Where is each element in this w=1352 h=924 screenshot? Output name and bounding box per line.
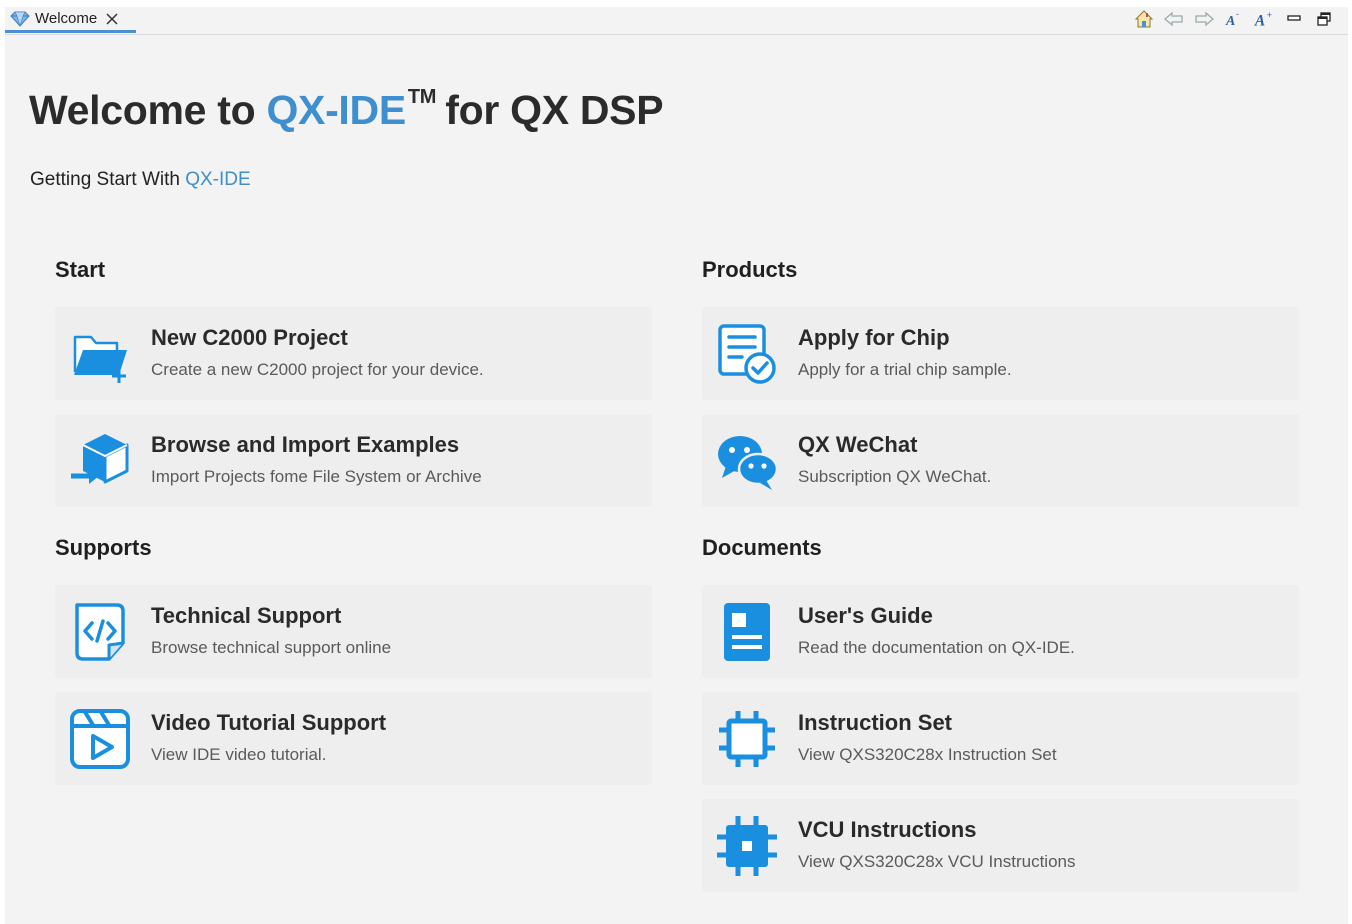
- code-document-icon: [75, 603, 125, 661]
- card-title: Instruction Set: [798, 710, 953, 735]
- book-icon: [724, 603, 770, 661]
- card-import-examples[interactable]: Browse and Import Examples Import Projec…: [55, 414, 652, 507]
- card-title: VCU Instructions: [798, 817, 977, 842]
- forward-icon: [1195, 11, 1214, 27]
- card-description: Import Projects fome File System or Arch…: [151, 467, 482, 486]
- card-description: View QXS320C28x VCU Instructions: [798, 852, 1076, 871]
- card-description: View QXS320C28x Instruction Set: [798, 745, 1057, 764]
- tab-label: Welcome: [35, 10, 98, 27]
- title-product-name: QX-IDE: [266, 87, 406, 133]
- card-title: Technical Support: [151, 603, 342, 628]
- subtitle-prefix: Getting Start With: [30, 169, 186, 190]
- decrease-font-icon: A -: [1225, 10, 1239, 28]
- card-description: Read the documentation on QX-IDE.: [798, 638, 1075, 657]
- increase-font-icon: A +: [1254, 10, 1272, 28]
- video-play-icon: [70, 709, 130, 769]
- card-description: Apply for a trial chip sample.: [798, 360, 1012, 379]
- home-icon: [1135, 10, 1153, 28]
- card-title: QX WeChat: [798, 432, 918, 457]
- back-icon: [1164, 11, 1183, 27]
- svg-text:-: -: [1236, 10, 1239, 19]
- home-button[interactable]: [1134, 9, 1154, 29]
- section-title-supports: Supports: [55, 535, 152, 560]
- svg-text:A: A: [1225, 14, 1235, 28]
- svg-text:+: +: [1267, 10, 1272, 20]
- tab-welcome[interactable]: Welcome: [5, 7, 136, 33]
- minimize-button[interactable]: [1284, 9, 1304, 29]
- card-users-guide[interactable]: User's Guide Read the documentation on Q…: [702, 585, 1299, 678]
- card-new-project[interactable]: New C2000 Project Create a new C2000 pro…: [55, 307, 652, 400]
- section-title-documents: Documents: [702, 535, 822, 560]
- view-toolbar: A - A +: [1134, 9, 1334, 29]
- svg-text:A: A: [1254, 12, 1265, 28]
- section-title-products: Products: [702, 257, 798, 282]
- card-description: View IDE video tutorial.: [151, 745, 327, 764]
- tab-bar: Welcome A - A +: [5, 7, 1348, 35]
- page-subtitle: Getting Start With QX-IDE: [30, 169, 251, 191]
- restore-button[interactable]: [1314, 9, 1334, 29]
- card-instruction-set[interactable]: Instruction Set View QXS320C28x Instruct…: [702, 692, 1299, 785]
- increase-font-button[interactable]: A +: [1254, 9, 1274, 29]
- title-suffix: for QX DSP: [434, 87, 664, 133]
- subtitle-link[interactable]: QX-IDE: [185, 169, 250, 190]
- page-title: Welcome to QX-IDE TM for QX DSP: [29, 86, 664, 134]
- chip-outline-icon: [719, 711, 775, 767]
- card-title: New C2000 Project: [151, 325, 348, 350]
- chip-filled-icon: [717, 816, 777, 876]
- card-title: Apply for Chip: [798, 325, 950, 350]
- minimize-icon: [1287, 15, 1301, 21]
- application-form-icon: [718, 324, 776, 384]
- card-video-tutorial[interactable]: Video Tutorial Support View IDE video tu…: [55, 692, 652, 785]
- card-description: Browse technical support online: [151, 638, 392, 657]
- gem-icon: [10, 11, 30, 27]
- card-technical-support[interactable]: Technical Support Browse technical suppo…: [55, 585, 652, 678]
- forward-button[interactable]: [1194, 9, 1214, 29]
- import-box-icon: [71, 434, 129, 484]
- restore-icon: [1317, 12, 1331, 26]
- card-apply-chip[interactable]: Apply for Chip Apply for a trial chip sa…: [702, 307, 1299, 400]
- new-folder-icon: [73, 335, 127, 383]
- card-description: Create a new C2000 project for your devi…: [151, 360, 484, 379]
- section-title-start: Start: [55, 257, 106, 282]
- trademark-mark: TM: [407, 86, 437, 109]
- card-description: Subscription QX WeChat.: [798, 467, 992, 486]
- card-title: Video Tutorial Support: [151, 710, 387, 735]
- close-icon[interactable]: [105, 12, 119, 26]
- card-title: Browse and Import Examples: [151, 432, 460, 457]
- welcome-view: Welcome A - A + Welcome to QX-IDE TM for…: [5, 7, 1348, 924]
- wechat-icon: [718, 436, 778, 490]
- decrease-font-button[interactable]: A -: [1224, 9, 1244, 29]
- card-title: User's Guide: [798, 603, 933, 628]
- back-button[interactable]: [1164, 9, 1184, 29]
- title-prefix: Welcome to: [29, 87, 267, 133]
- card-wechat[interactable]: QX WeChat Subscription QX WeChat.: [702, 414, 1299, 507]
- card-vcu-instructions[interactable]: VCU Instructions View QXS320C28x VCU Ins…: [702, 799, 1299, 892]
